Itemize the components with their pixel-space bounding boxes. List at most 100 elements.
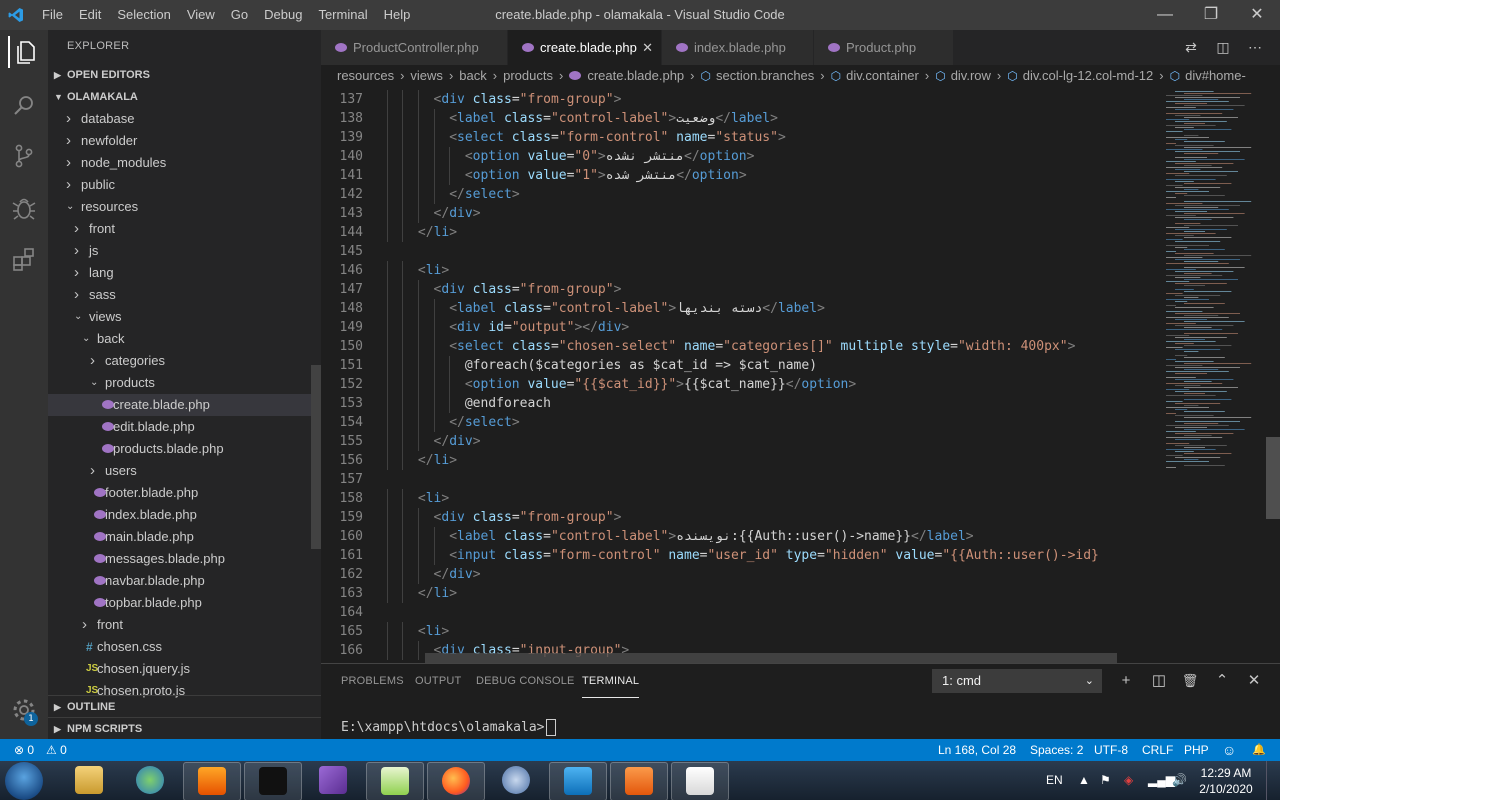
errors-indicator[interactable]: ⊗ 0 [14, 739, 34, 761]
menu-edit[interactable]: Edit [71, 0, 109, 30]
breadcrumb-item[interactable]: ⬡ div.container [831, 65, 919, 87]
clock[interactable]: 12:29 AM 2/10/2020 [1196, 765, 1256, 797]
tree-folder[interactable]: › js [48, 240, 313, 262]
taskbar-paint[interactable] [671, 762, 729, 800]
debug-icon[interactable] [8, 192, 40, 224]
feedback-icon[interactable]: ☺ [1222, 739, 1236, 761]
breadcrumb-item[interactable]: views [410, 65, 443, 87]
taskbar-file-explorer[interactable] [61, 762, 117, 799]
taskbar-internet-download-manager[interactable] [122, 762, 178, 799]
tree-folder[interactable]: ⌄ back [48, 328, 313, 350]
code-editor[interactable]: 137 <div class="from-group"> 138 <label cla… [321, 87, 1280, 663]
compare-icon[interactable]: ⇄ [1178, 30, 1204, 65]
tree-folder[interactable]: › lang [48, 262, 313, 284]
explorer-icon[interactable] [8, 36, 42, 68]
cursor-position[interactable]: Ln 168, Col 28 [938, 739, 1016, 761]
encoding[interactable]: UTF-8 [1094, 739, 1128, 761]
tree-file[interactable]: main.blade.php [48, 526, 313, 548]
line-ending[interactable]: CRLF [1142, 739, 1173, 761]
panel-tab-terminal[interactable]: TERMINAL [582, 664, 640, 698]
tree-folder[interactable]: › public [48, 174, 313, 196]
menu-terminal[interactable]: Terminal [310, 0, 375, 30]
taskbar-visual-studio[interactable] [305, 762, 361, 799]
action-center-icon[interactable]: ⚑ [1100, 761, 1111, 800]
tray-expand-icon[interactable]: ▲ [1078, 761, 1090, 800]
project-section[interactable]: ▼ OLAMAKALA [48, 86, 321, 108]
input-language[interactable]: EN [1046, 761, 1063, 800]
taskbar-vscode[interactable] [549, 762, 607, 800]
security-icon[interactable]: ◈ [1124, 761, 1133, 800]
indentation[interactable]: Spaces: 2 [1030, 739, 1083, 761]
breadcrumb-item[interactable]: back [459, 65, 486, 87]
editor-tab[interactable]: create.blade.php ✕ [508, 30, 661, 65]
taskbar-xampp[interactable] [610, 762, 668, 800]
new-terminal-icon[interactable]: + [1114, 669, 1138, 693]
tab-close-icon[interactable]: ✕ [642, 30, 653, 65]
tree-folder[interactable]: › users [48, 460, 313, 482]
show-desktop-button[interactable] [1266, 761, 1280, 800]
warnings-indicator[interactable]: ⚠ 0 [46, 739, 67, 761]
tree-file[interactable]: edit.blade.php [48, 416, 313, 438]
minimize-button[interactable]: — [1142, 0, 1188, 30]
taskbar-firefox[interactable] [427, 762, 485, 800]
tree-file[interactable]: # chosen.css [48, 636, 313, 658]
tree-folder[interactable]: › sass [48, 284, 313, 306]
restore-button[interactable]: ❐ [1188, 0, 1234, 30]
open-editors-section[interactable]: ▶ OPEN EDITORS [48, 64, 321, 86]
breadcrumb-item[interactable]: ⬡ section.branches [701, 65, 815, 87]
menu-view[interactable]: View [179, 0, 223, 30]
tree-folder[interactable]: › front [48, 614, 313, 636]
start-button-icon[interactable] [5, 762, 43, 800]
taskbar-notepad-plus-plus[interactable] [366, 762, 424, 800]
sidebar-scrollbar[interactable] [311, 365, 321, 549]
terminal-select[interactable]: 1: cmd ⌄ [932, 669, 1102, 693]
breadcrumb-item[interactable]: ⬡ div.col-lg-12.col-md-12 [1007, 65, 1153, 87]
language-mode[interactable]: PHP [1184, 739, 1209, 761]
tree-folder[interactable]: ⌄ resources [48, 196, 313, 218]
tree-folder[interactable]: › node_modules [48, 152, 313, 174]
panel-tab-debug-console[interactable]: DEBUG CONSOLE [476, 664, 575, 698]
notifications-icon[interactable]: 🔔 [1252, 739, 1266, 761]
tree-file[interactable]: navbar.blade.php [48, 570, 313, 592]
breadcrumb-item[interactable]: products [503, 65, 553, 87]
editor-vertical-scrollbar[interactable] [1266, 437, 1280, 519]
menu-file[interactable]: File [34, 0, 71, 30]
menu-go[interactable]: Go [223, 0, 256, 30]
tree-folder[interactable]: ⌄ products [48, 372, 313, 394]
menu-selection[interactable]: Selection [109, 0, 178, 30]
search-icon[interactable] [8, 90, 40, 122]
taskbar-sublime-text[interactable] [183, 762, 241, 800]
tree-folder[interactable]: › front [48, 218, 313, 240]
tree-folder[interactable]: ⌄ views [48, 306, 313, 328]
breadcrumb-item[interactable]: create.blade.php [569, 65, 684, 87]
editor-horizontal-scrollbar[interactable] [425, 653, 1117, 663]
taskbar-command-prompt[interactable] [244, 762, 302, 800]
terminal-prompt[interactable]: E:\xampp\htdocs\olamakala> [341, 719, 556, 736]
tree-folder[interactable]: › database [48, 108, 313, 130]
split-terminal-icon[interactable]: ◫ [1147, 669, 1171, 693]
tree-file[interactable]: footer.blade.php [48, 482, 313, 504]
panel-tab-problems[interactable]: PROBLEMS [341, 664, 404, 698]
kill-terminal-icon[interactable]: 🗑 [1178, 669, 1202, 693]
tree-file[interactable]: messages.blade.php [48, 548, 313, 570]
editor-tab[interactable]: index.blade.php [662, 30, 813, 65]
menu-help[interactable]: Help [376, 0, 419, 30]
minimap[interactable] [1161, 87, 1266, 663]
extensions-icon[interactable] [8, 244, 40, 276]
tree-file[interactable]: create.blade.php [48, 394, 313, 416]
breadcrumb-item[interactable]: ⬡ div#home- [1170, 65, 1246, 87]
split-editor-icon[interactable]: ◫ [1210, 30, 1236, 65]
close-panel-icon[interactable]: ✕ [1242, 669, 1266, 693]
editor-tab[interactable]: ProductController.php [321, 30, 507, 65]
volume-icon[interactable]: 🔊 [1172, 761, 1187, 800]
tree-file[interactable]: products.blade.php [48, 438, 313, 460]
tree-file[interactable]: index.blade.php [48, 504, 313, 526]
editor-tab[interactable]: Product.php [814, 30, 953, 65]
taskbar-browser[interactable] [488, 762, 544, 799]
npm-scripts-section[interactable]: ▶ NPM SCRIPTS [48, 717, 321, 739]
menu-debug[interactable]: Debug [256, 0, 310, 30]
tree-file[interactable]: topbar.blade.php [48, 592, 313, 614]
more-icon[interactable]: ⋯ [1242, 30, 1268, 65]
maximize-panel-icon[interactable]: ⌃ [1210, 669, 1234, 693]
outline-section[interactable]: ▶ OUTLINE [48, 695, 321, 718]
